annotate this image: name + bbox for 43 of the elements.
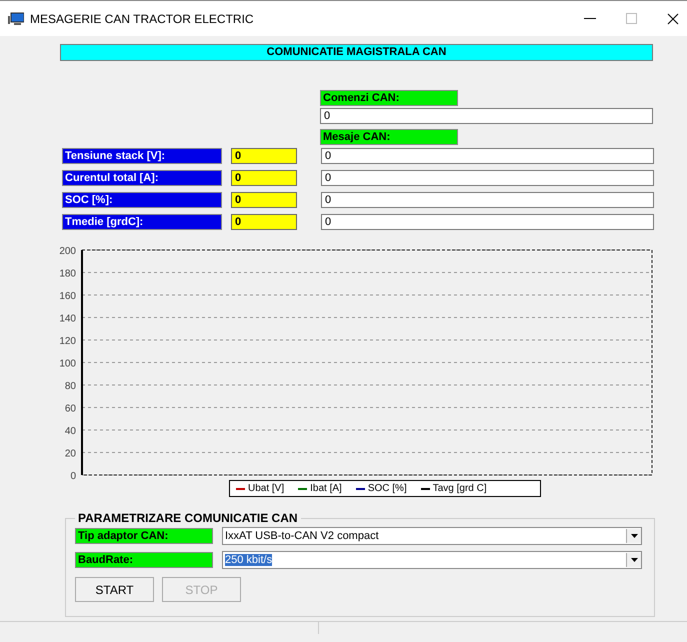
message-field[interactable]: 0	[321, 148, 654, 164]
reading-value: 0	[231, 148, 297, 164]
message-field[interactable]: 0	[321, 214, 654, 230]
y-tick-label: 80	[64, 381, 76, 392]
reading-label: SOC [%]:	[62, 192, 222, 208]
close-icon[interactable]	[667, 12, 679, 24]
app-icon	[8, 12, 24, 25]
section-header: COMUNICATIE MAGISTRALA CAN	[60, 44, 653, 61]
reading-label: Curentul total [A]:	[62, 170, 222, 186]
y-tick-label: 20	[64, 448, 76, 460]
group-title: PARAMETRIZARE COMUNICATIE CAN	[77, 511, 299, 525]
legend-label: SOC [%]	[368, 483, 407, 494]
message-field[interactable]: 0	[321, 170, 654, 186]
reading-value: 0	[231, 170, 297, 186]
caret-icon	[630, 558, 638, 562]
y-tick-label: 120	[59, 336, 76, 347]
y-tick-label: 140	[59, 314, 76, 324]
y-tick-label: 160	[59, 291, 76, 302]
reading-label: Tmedie [grdC]:	[62, 214, 222, 230]
messages-label: Mesaje CAN:	[320, 129, 458, 145]
start-button[interactable]: START	[75, 577, 154, 602]
legend-label: Ubat [V]	[248, 483, 284, 494]
setting-label: Tip adaptor CAN:	[75, 528, 213, 544]
setting-label: BaudRate:	[75, 552, 213, 568]
message-field[interactable]: 0	[321, 192, 654, 208]
legend-label: Ibat [A]	[310, 483, 342, 494]
minimize-icon[interactable]	[584, 18, 596, 20]
commands-field[interactable]: 0	[320, 108, 653, 124]
reading-value: 0	[231, 214, 297, 230]
y-tick-label: 40	[64, 426, 76, 437]
legend-label: Tavg [grd C]	[432, 483, 487, 494]
commands-label: Comenzi CAN:	[320, 90, 458, 106]
dropdown[interactable]: 250 kbit/s	[222, 551, 642, 569]
y-tick-label: 0	[70, 471, 76, 480]
window-title: MESAGERIE CAN TRACTOR ELECTRIC	[30, 12, 255, 26]
y-tick-label: 180	[59, 268, 76, 280]
reading-label: Tensiune stack [V]:	[62, 148, 222, 164]
caret-icon	[630, 534, 638, 538]
dropdown[interactable]: IxxAT USB-to-CAN V2 compact	[222, 527, 642, 545]
y-tick-label: 100	[59, 358, 76, 370]
reading-value: 0	[231, 192, 297, 208]
y-tick-label: 60	[64, 404, 76, 414]
y-tick-label: 200	[59, 246, 76, 257]
